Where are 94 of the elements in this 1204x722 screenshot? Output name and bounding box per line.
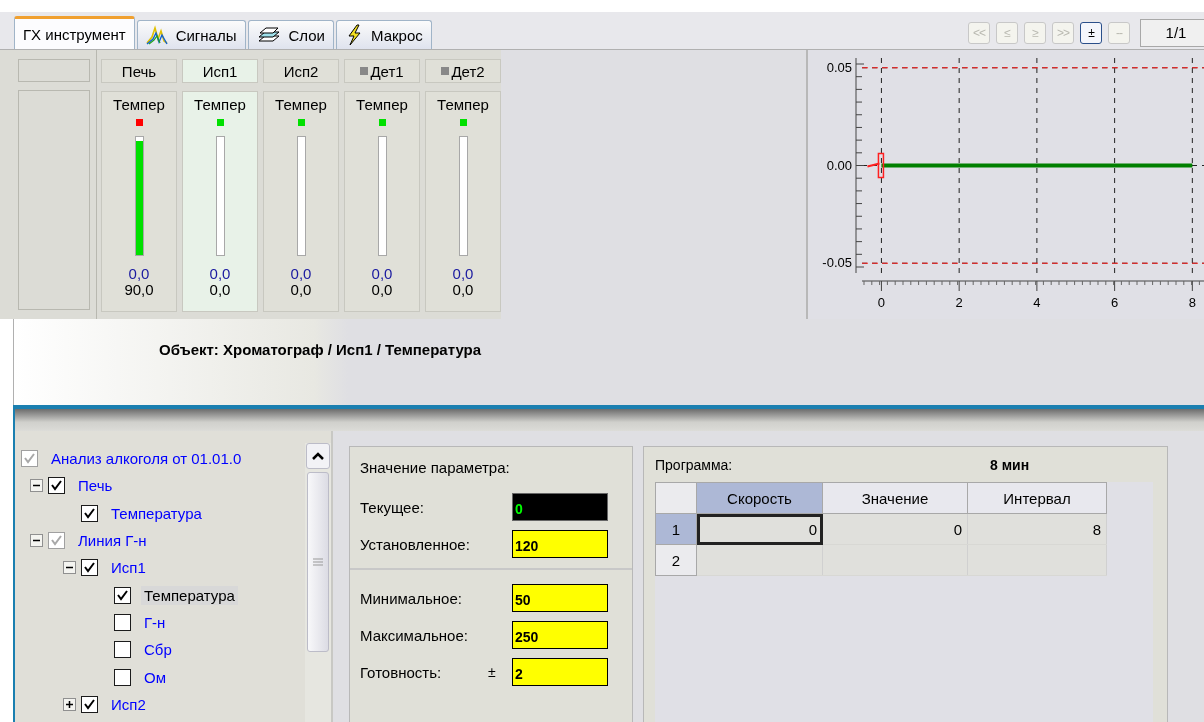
row-header[interactable]: 1 — [655, 513, 697, 545]
scroll-up-button[interactable] — [306, 443, 330, 469]
setpoint-value: 0,0 — [209, 282, 231, 298]
chevron-up-icon — [311, 451, 325, 461]
input-field[interactable]: 2 — [512, 658, 608, 686]
parameter-label: Темпер — [113, 96, 165, 113]
tree-item[interactable]: Сбр — [141, 640, 175, 660]
checkbox-icon[interactable] — [114, 641, 131, 659]
plus-minus-sign: ± — [488, 664, 497, 680]
setpoint-value: 0,0 — [290, 282, 312, 298]
empty-header — [18, 59, 90, 82]
reading-value: 0,0 — [128, 266, 150, 282]
tree-item[interactable]: Г-н — [141, 612, 169, 632]
tab[interactable]: Макрос — [336, 20, 432, 49]
corner-cell — [655, 482, 697, 514]
setpoint-value: 90,0 — [124, 282, 154, 298]
reading-value: 0,0 — [452, 266, 474, 282]
tab[interactable]: Слои — [247, 20, 334, 49]
tree-item[interactable]: Температура — [108, 503, 205, 523]
reading-value: 0,0 — [209, 266, 231, 282]
channel-header[interactable]: Исп2 — [263, 59, 339, 83]
tab[interactable]: Сигналы — [136, 20, 246, 49]
plus-icon[interactable] — [63, 697, 76, 711]
tree-item[interactable]: Ом — [141, 667, 169, 687]
row-header[interactable]: 2 — [655, 544, 697, 576]
checkbox-checked-icon[interactable] — [81, 695, 98, 713]
channel-header[interactable]: Дет1 — [344, 59, 420, 83]
square-icon — [360, 67, 369, 75]
input-field[interactable]: 250 — [512, 621, 608, 649]
table-cell[interactable]: 8 — [967, 513, 1107, 545]
page-field[interactable]: 1/1 — [1140, 18, 1204, 47]
minus-icon[interactable] — [63, 561, 76, 575]
scrollbar[interactable] — [305, 443, 331, 722]
tab[interactable]: ГХ инструмент — [14, 16, 135, 49]
lightning-icon — [345, 24, 363, 46]
object-path: Объект: Хроматограф / Исп1 / Температура — [159, 341, 482, 358]
channel-header[interactable]: Дет2 — [425, 59, 501, 83]
checkbox-checked-icon[interactable] — [114, 586, 131, 604]
x-tick-label: 2 — [955, 295, 963, 310]
scroll-thumb[interactable] — [307, 472, 329, 652]
field-label: Готовность: — [360, 663, 443, 681]
section-title: Программа: — [655, 457, 734, 475]
layers-icon — [256, 25, 281, 45]
field-label: Установленное: — [360, 535, 471, 553]
reading-value: 0,0 — [290, 266, 312, 282]
cursor-marker[interactable] — [866, 152, 885, 179]
y-tick-label: -0.05 — [822, 255, 852, 271]
checkbox-checked-icon[interactable] — [48, 532, 65, 550]
column-header[interactable]: Скорость — [696, 482, 823, 514]
parameter-label: Темпер — [437, 96, 489, 113]
checkbox-checked-icon[interactable] — [81, 504, 98, 522]
readout-field: 0 — [512, 493, 608, 521]
field-label: Максимальное: — [360, 626, 469, 644]
minus-icon[interactable] — [30, 479, 43, 493]
checkbox-checked-icon[interactable] — [48, 477, 65, 495]
column-header[interactable]: Интервал — [967, 482, 1107, 514]
channel-header[interactable]: Исп1 — [182, 59, 258, 83]
parameter-label: Темпер — [275, 96, 327, 113]
nav-button[interactable]: ± — [1080, 21, 1102, 44]
tree-item[interactable]: Линия Г-н — [75, 531, 150, 551]
y-tick-label: 0.05 — [826, 59, 852, 75]
duration-label: 8 мин — [990, 457, 1030, 475]
tree-item[interactable]: Анализ алкоголя от 01.01.0 — [48, 449, 245, 469]
checkbox-icon[interactable] — [114, 613, 131, 631]
input-field[interactable]: 120 — [512, 530, 608, 558]
x-tick-label: 8 — [1188, 295, 1196, 310]
checkbox-checked-icon[interactable] — [81, 559, 98, 577]
channel-header[interactable]: Печь — [101, 59, 177, 83]
minus-icon[interactable] — [30, 534, 43, 548]
column-header[interactable]: Значение — [822, 482, 968, 514]
table-cell[interactable]: 0 — [696, 513, 823, 545]
input-field[interactable]: 50 — [512, 584, 608, 612]
field-label: Минимальное: — [360, 589, 463, 607]
table-cell[interactable]: 0 — [822, 513, 968, 545]
parameter-label: Темпер — [194, 96, 246, 113]
parameter-label: Темпер — [356, 96, 408, 113]
reading-value: 0,0 — [371, 266, 393, 282]
tree-item[interactable]: Исп1 — [108, 558, 149, 578]
section-title: Значение параметра: — [360, 459, 511, 476]
x-tick-label: 0 — [877, 295, 886, 310]
tree-item[interactable]: Температура — [141, 585, 238, 605]
x-tick-label: 4 — [1033, 295, 1041, 310]
y-tick-label: 0.00 — [826, 157, 852, 173]
tree-item[interactable]: Исп2 — [108, 694, 149, 714]
checkbox-checked-icon[interactable] — [21, 450, 38, 468]
setpoint-value: 0,0 — [452, 282, 474, 298]
field-label: Текущее: — [360, 498, 425, 516]
peaks-icon — [145, 25, 168, 45]
checkbox-icon[interactable] — [114, 668, 131, 686]
tree-item[interactable]: Печь — [75, 476, 116, 496]
x-tick-label: 6 — [1111, 295, 1119, 310]
grip-icon — [313, 558, 323, 566]
setpoint-value: 0,0 — [371, 282, 393, 298]
square-icon — [441, 67, 450, 75]
